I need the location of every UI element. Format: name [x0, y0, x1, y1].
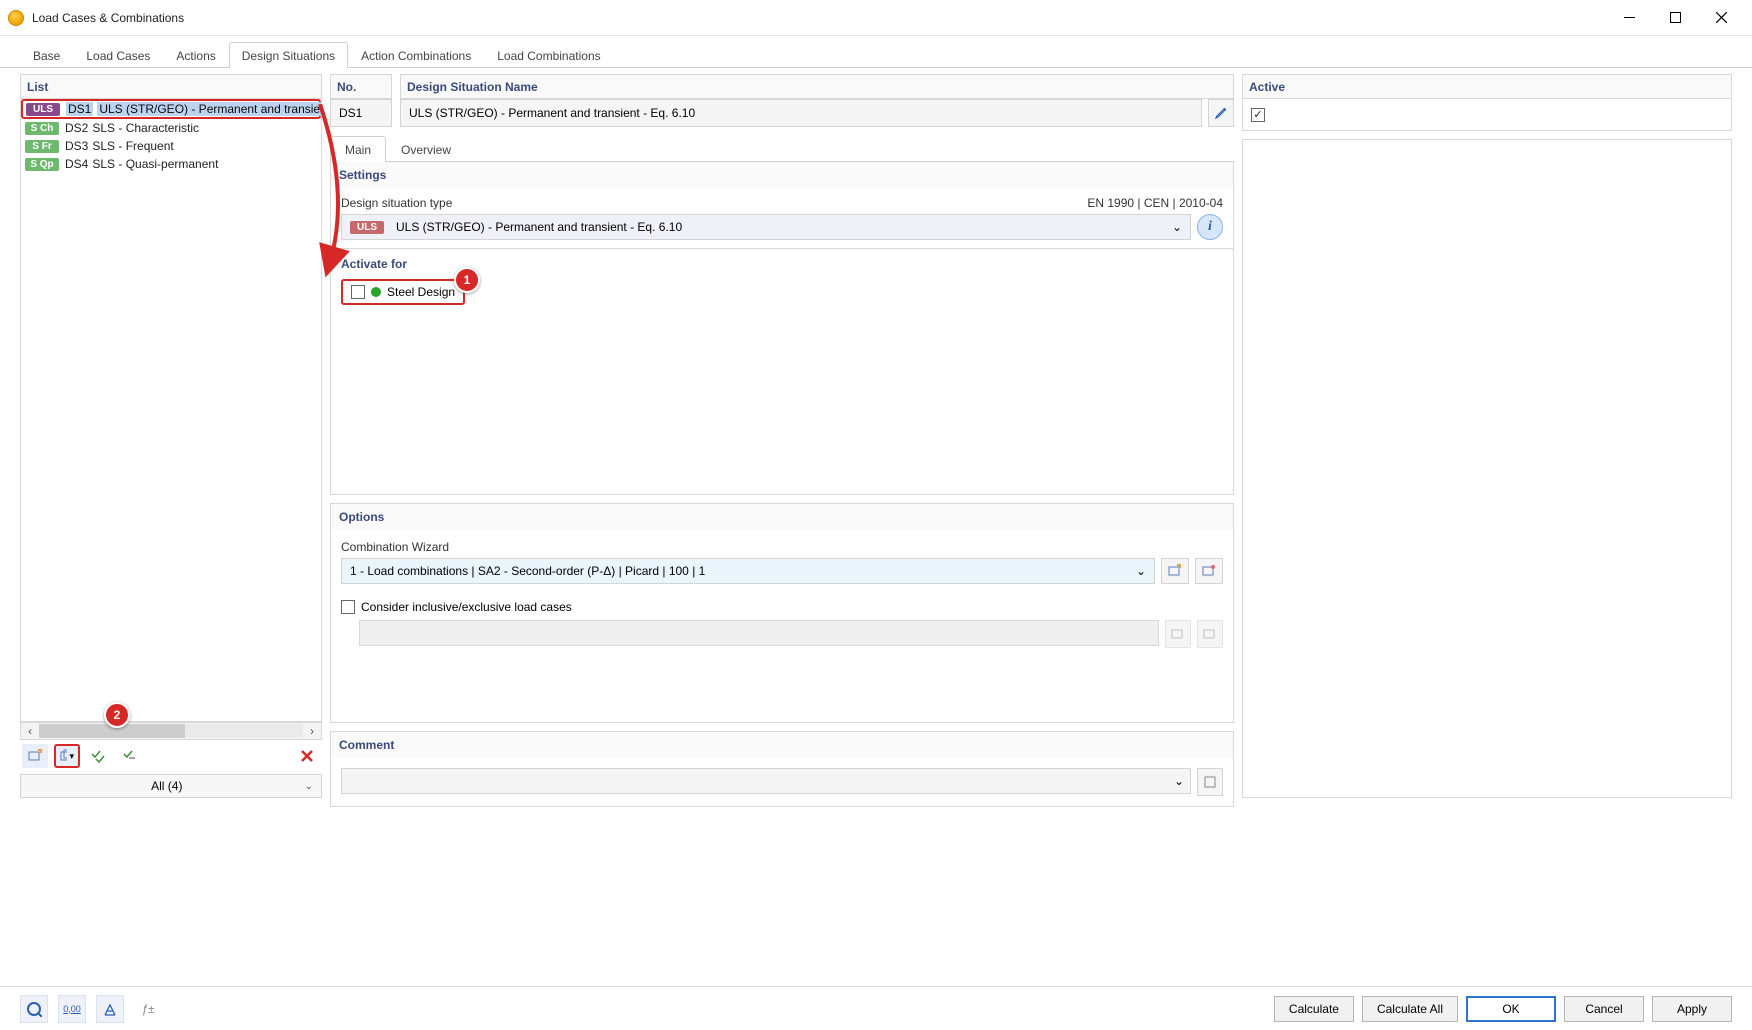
steel-design-checkbox-row[interactable]: Steel Design: [341, 279, 465, 305]
list-header: List: [20, 74, 322, 99]
situation-code: DS3: [65, 139, 88, 153]
list-item[interactable]: S Ch DS2 SLS - Characteristic: [21, 119, 321, 137]
callout-2: 2: [104, 702, 130, 728]
subtab-overview[interactable]: Overview: [386, 136, 466, 162]
edit-name-button[interactable]: [1208, 99, 1234, 127]
calculate-all-button[interactable]: Calculate All: [1362, 996, 1458, 1022]
combination-wizard-label: Combination Wizard: [341, 540, 1223, 554]
settings-type-label: Design situation type: [341, 196, 452, 210]
situation-code: DS1: [66, 102, 93, 116]
situation-name: SLS - Quasi-permanent: [92, 157, 218, 171]
tab-load-combinations[interactable]: Load Combinations: [484, 42, 613, 68]
list-item[interactable]: S Qp DS4 SLS - Quasi-permanent: [21, 155, 321, 173]
units-button[interactable]: 0,00: [58, 995, 86, 1023]
active-header: Active: [1242, 74, 1732, 99]
active-checkbox[interactable]: [1251, 108, 1265, 122]
situation-code: DS2: [65, 121, 88, 135]
copy-item-button[interactable]: ▾: [54, 744, 80, 768]
close-button[interactable]: [1698, 3, 1744, 33]
list-filter-select[interactable]: All (4) ⌄: [20, 774, 322, 798]
type-tag: ULS: [350, 221, 384, 234]
situation-tag: S Fr: [25, 140, 59, 153]
new-item-button[interactable]: [22, 744, 48, 768]
options-header: Options: [331, 504, 1233, 530]
function-button[interactable]: ƒ±: [134, 995, 162, 1023]
situation-tag: S Ch: [25, 122, 59, 135]
tab-load-cases[interactable]: Load Cases: [73, 42, 163, 68]
edit-wizard-button[interactable]: [1195, 558, 1223, 584]
steel-design-label: Steel Design: [387, 285, 455, 299]
ok-button[interactable]: OK: [1466, 996, 1556, 1022]
tab-actions[interactable]: Actions: [163, 42, 228, 68]
dsname-header: Design Situation Name: [400, 74, 1234, 99]
minimize-button[interactable]: [1606, 3, 1652, 33]
situation-name: SLS - Frequent: [92, 139, 173, 153]
tab-action-combinations[interactable]: Action Combinations: [348, 42, 484, 68]
tab-design-situations[interactable]: Design Situations: [229, 42, 348, 68]
settings-header: Settings: [331, 162, 1233, 188]
tab-base[interactable]: Base: [20, 42, 73, 68]
uncheck-all-button[interactable]: [118, 744, 144, 768]
structure-button[interactable]: [96, 995, 124, 1023]
no-header: No.: [330, 74, 392, 99]
chevron-down-icon: ⌄: [1174, 774, 1184, 788]
situation-tag: S Qp: [25, 158, 59, 171]
new-wizard-button[interactable]: [1161, 558, 1189, 584]
combination-wizard-select[interactable]: 1 - Load combinations | SA2 - Second-ord…: [341, 558, 1155, 584]
calculate-button[interactable]: Calculate: [1274, 996, 1354, 1022]
apply-button[interactable]: Apply: [1652, 996, 1732, 1022]
info-button[interactable]: i: [1197, 214, 1223, 240]
inclusive-exclusive-select: [359, 620, 1159, 646]
window-title: Load Cases & Combinations: [32, 11, 1606, 25]
consider-label: Consider inclusive/exclusive load cases: [361, 600, 572, 614]
edit-comment-button[interactable]: [1197, 768, 1223, 796]
chevron-down-icon: ⌄: [1136, 564, 1146, 578]
app-icon: [8, 10, 24, 26]
scroll-left-arrow[interactable]: ‹: [21, 723, 39, 739]
comment-select[interactable]: ⌄: [341, 768, 1191, 794]
comment-header: Comment: [331, 732, 1233, 758]
list-item[interactable]: ULS DS1 ULS (STR/GEO) - Permanent and tr…: [21, 99, 321, 119]
filter-value: All (4): [151, 779, 182, 793]
edit-inc-exc-button: [1197, 620, 1223, 648]
settings-standard: EN 1990 | CEN | 2010-04: [1087, 196, 1223, 210]
chevron-down-icon: ▾: [69, 751, 74, 762]
no-input[interactable]: [330, 99, 392, 127]
scroll-right-arrow[interactable]: ›: [303, 723, 321, 739]
cancel-button[interactable]: Cancel: [1564, 996, 1644, 1022]
type-value: ULS (STR/GEO) - Permanent and transient …: [396, 220, 682, 234]
situation-name: ULS (STR/GEO) - Permanent and transient …: [97, 102, 322, 116]
maximize-button[interactable]: [1652, 3, 1698, 33]
dsname-field[interactable]: [409, 100, 1193, 126]
dsname-input[interactable]: [400, 99, 1202, 127]
list-hscrollbar[interactable]: ‹ ›: [20, 722, 322, 740]
subtab-main[interactable]: Main: [330, 136, 386, 162]
main-tabstrip: Base Load Cases Actions Design Situation…: [0, 40, 1752, 68]
titlebar: Load Cases & Combinations: [0, 0, 1752, 36]
preview-panel: [1242, 139, 1732, 798]
steel-design-checkbox[interactable]: [351, 285, 365, 299]
chevron-down-icon: ⌄: [1172, 220, 1182, 234]
chevron-down-icon: ⌄: [305, 781, 313, 792]
subtab-strip: Main Overview: [330, 135, 1234, 162]
check-all-button[interactable]: [86, 744, 112, 768]
list-item[interactable]: S Fr DS3 SLS - Frequent: [21, 137, 321, 155]
help-button[interactable]: [20, 995, 48, 1023]
no-field[interactable]: [339, 100, 383, 126]
situation-name: SLS - Characteristic: [92, 121, 199, 135]
situation-code: DS4: [65, 157, 88, 171]
delete-item-button[interactable]: [294, 744, 320, 768]
scroll-track[interactable]: [39, 724, 303, 738]
consider-checkbox[interactable]: [341, 600, 355, 614]
combination-wizard-value: 1 - Load combinations | SA2 - Second-ord…: [350, 564, 705, 578]
design-situation-type-select[interactable]: ULS ULS (STR/GEO) - Permanent and transi…: [341, 214, 1191, 240]
status-dot-icon: [371, 287, 381, 297]
callout-1: 1: [454, 267, 480, 293]
design-situation-list[interactable]: ULS DS1 ULS (STR/GEO) - Permanent and tr…: [20, 99, 322, 722]
new-inc-exc-button: [1165, 620, 1191, 648]
footer-bar: 0,00 ƒ± Calculate Calculate All OK Cance…: [0, 986, 1752, 1030]
situation-tag: ULS: [26, 103, 60, 116]
list-toolbar: ▾: [20, 740, 322, 772]
